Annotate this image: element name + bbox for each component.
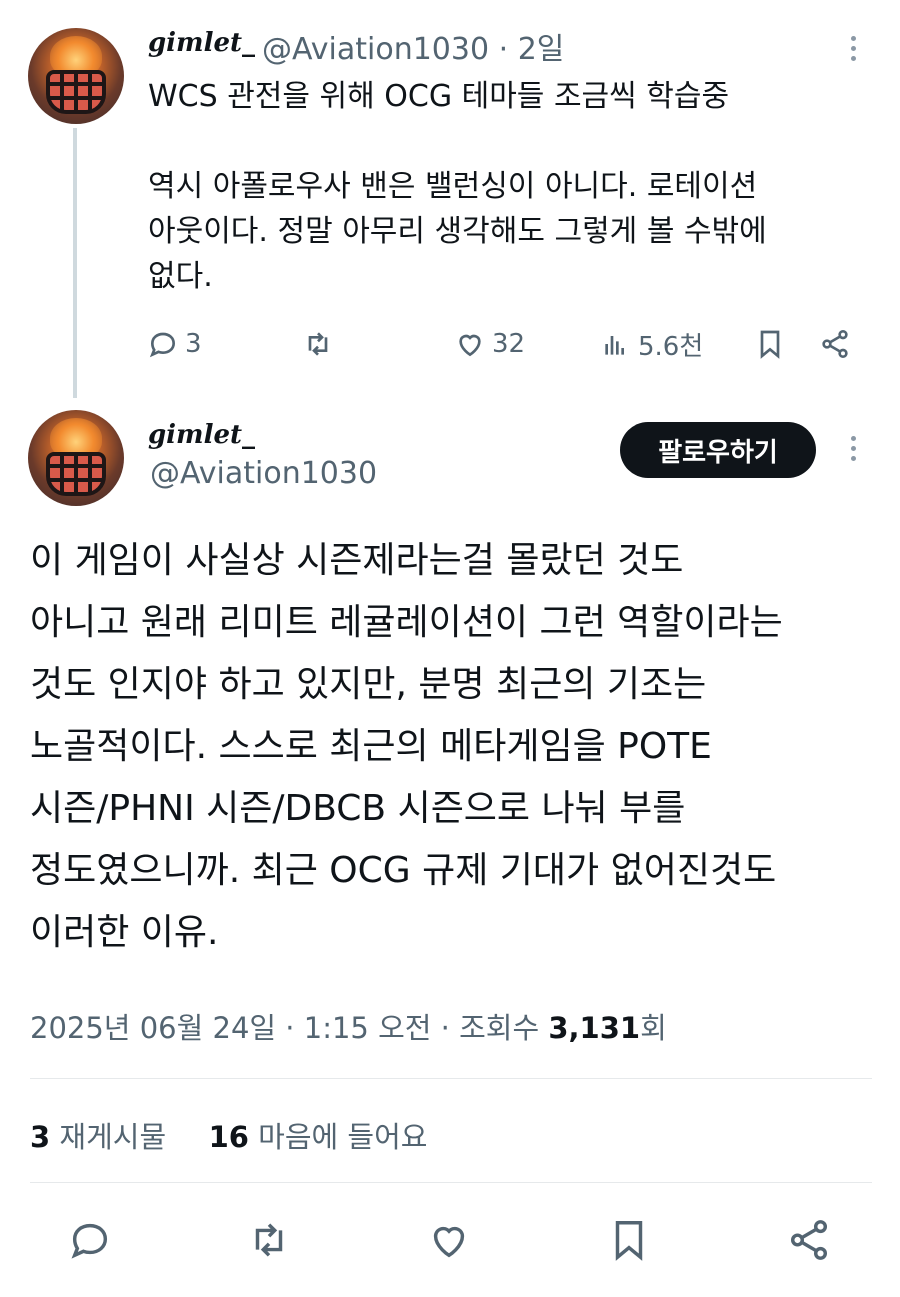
text-line: 시즌/PHNI 시즌/DBCB 시즌으로 나눠 부를	[30, 788, 686, 829]
reply-tweet-actions: 3 32 5.6천	[0, 322, 900, 366]
tweet-timestamp[interactable]: 2025년 06월 24일 · 1:15 오전 · 조회수 3,131회	[30, 1005, 667, 1047]
views-icon	[605, 336, 624, 355]
engagement-stats: 3 재게시물 16 마음에 들어요	[30, 1114, 427, 1156]
timestamp-text: 2025년 06월 24일 · 1:15 오전 · 조회수	[30, 1011, 549, 1045]
avatar[interactable]	[28, 410, 124, 506]
avatar[interactable]	[28, 28, 124, 124]
views-count: 5.6천	[638, 331, 704, 362]
avatar-cage	[46, 452, 106, 496]
share-icon	[822, 330, 848, 358]
handle[interactable]: @Aviation1030	[150, 456, 377, 491]
retweet-button[interactable]	[302, 322, 334, 366]
text-line: 이 게임이 사실상 시즌제라는걸 몰랐던 것도	[30, 540, 684, 581]
text-line: 정도였으니까. 최근 OCG 규제 기대가 없어진것도	[30, 850, 777, 891]
text-line: 아웃이다. 정말 아무리 생각해도 그렇게 볼 수밖에	[148, 214, 767, 249]
share-icon	[790, 1220, 828, 1260]
display-name[interactable]: gimlet_	[148, 420, 255, 450]
reply-count: 3	[185, 329, 202, 359]
text-line: 노골적이다. 스스로 최근의 메타게임을 POTE	[30, 726, 712, 767]
retweet-button[interactable]	[243, 1212, 295, 1268]
text-line: 것도 인지야 하고 있지만, 분명 최근의 기조는	[30, 664, 707, 705]
text-line: 역시 아폴로우사 밴은 밸런싱이 아니다. 로테이션	[148, 169, 758, 204]
text-line: 없다.	[148, 259, 213, 294]
more-icon[interactable]	[849, 36, 857, 61]
reply-button[interactable]	[64, 1212, 116, 1268]
retweet-icon	[255, 1223, 283, 1257]
more-icon[interactable]	[849, 436, 857, 461]
like-button[interactable]: 32	[454, 322, 525, 366]
likes-number: 16	[208, 1120, 249, 1154]
heart-icon	[459, 334, 481, 357]
text-line: WCS 관전을 위해 OCG 테마들 조금씩 학습중	[148, 79, 730, 114]
main-tweet-actions	[0, 1212, 900, 1268]
time-ago[interactable]: 2일	[518, 32, 565, 67]
share-button[interactable]	[819, 322, 851, 366]
retweets-label: 재게시물	[50, 1120, 167, 1154]
display-name[interactable]: gimlet_	[148, 28, 255, 58]
reply-button[interactable]: 3	[147, 322, 202, 366]
views-number: 3,131	[548, 1011, 641, 1045]
handle[interactable]: @Aviation1030	[262, 32, 489, 67]
heart-icon	[433, 1226, 465, 1258]
share-button[interactable]	[783, 1212, 835, 1268]
reply-icon	[149, 332, 176, 358]
text-line: 이러한 이유.	[30, 912, 219, 953]
views-suffix: 회	[640, 1011, 667, 1045]
reply-tweet-text: WCS 관전을 위해 OCG 테마들 조금씩 학습중 역시 아폴로우사 밴은 밸…	[148, 74, 868, 299]
follow-button[interactable]: 팔로우하기	[620, 422, 816, 478]
divider	[30, 1182, 872, 1183]
text-line: 아니고 원래 리미트 레귤레이션이 그런 역할이라는	[30, 602, 783, 643]
avatar-cage	[46, 70, 106, 114]
like-button[interactable]	[423, 1212, 475, 1268]
like-count: 32	[492, 329, 526, 359]
reply-icon	[71, 1223, 108, 1259]
likes-stat[interactable]: 16 마음에 들어요	[209, 1120, 428, 1154]
divider	[30, 1078, 872, 1079]
views-button[interactable]: 5.6천	[600, 322, 703, 366]
retweets-stat[interactable]: 3 재게시물	[30, 1120, 166, 1154]
likes-label: 마음에 들어요	[248, 1120, 428, 1154]
bookmark-icon	[760, 330, 780, 359]
main-tweet-text: 이 게임이 사실상 시즌제라는걸 몰랐던 것도 아니고 원래 리미트 레귤레이션…	[30, 530, 880, 964]
tweet-meta: @Aviation1030 · 2일	[262, 24, 564, 68]
bookmark-icon	[615, 1221, 643, 1261]
meta-separator: ·	[498, 32, 509, 67]
retweet-icon	[308, 332, 328, 356]
retweets-number: 3	[30, 1120, 51, 1154]
bookmark-button[interactable]	[754, 322, 786, 366]
bookmark-button[interactable]	[603, 1212, 655, 1268]
